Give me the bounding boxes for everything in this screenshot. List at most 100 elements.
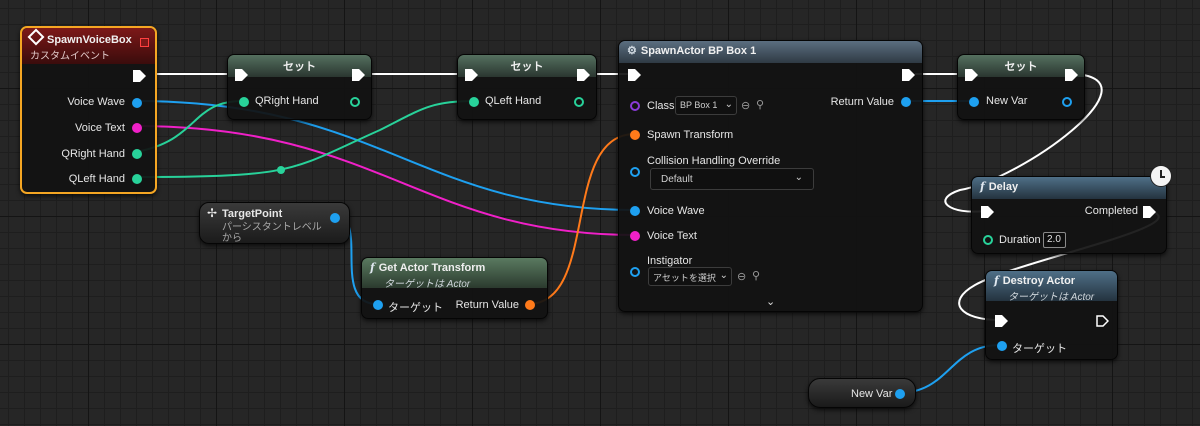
- spawn-actor-header: ⚙ SpawnActor BP Box 1: [619, 41, 922, 63]
- delay-title: Delay: [988, 181, 1019, 193]
- instigator-asset-picker[interactable]: アセットを選択 ⌄: [648, 267, 732, 286]
- pin-label-return-value: Return Value: [455, 299, 519, 311]
- pin-duration[interactable]: [983, 235, 993, 245]
- exec-out-pin[interactable]: [577, 69, 590, 81]
- exec-out-pin[interactable]: [352, 69, 365, 81]
- pin-label-target: ターゲット: [1012, 343, 1067, 355]
- delay-node[interactable]: f Delay Completed Duration 2.0: [971, 176, 1167, 254]
- pin-new-var-in[interactable]: [969, 97, 979, 107]
- pin-voice-wave-in[interactable]: [630, 206, 640, 216]
- event-node-title: SpawnVoiceBox: [47, 34, 132, 46]
- pin-class[interactable]: [630, 101, 640, 111]
- event-node-subtitle: カスタムイベント: [30, 51, 110, 62]
- pin-label-target: ターゲット: [388, 302, 443, 314]
- exec-completed-pin[interactable]: [1143, 206, 1156, 218]
- set-node-header: セット: [228, 55, 371, 77]
- use-selected-icon[interactable]: ⊖: [737, 270, 746, 283]
- pin-return-value[interactable]: [901, 97, 911, 107]
- pin-target-in[interactable]: [997, 341, 1007, 351]
- pin-label-qleft-hand: QLeft Hand: [68, 173, 125, 185]
- pin-label-class: Class: [647, 100, 675, 112]
- latent-clock-icon: [1150, 165, 1172, 187]
- exec-out-pin[interactable]: [1065, 69, 1078, 81]
- browse-search-icon[interactable]: ⚲: [756, 98, 764, 111]
- pin-label-collision: Collision Handling Override: [647, 155, 781, 167]
- set-node-header: セット: [458, 55, 596, 77]
- pin-voice-text-in[interactable]: [630, 231, 640, 241]
- exec-in-pin[interactable]: [995, 315, 1008, 327]
- spawn-actor-node[interactable]: ⚙ SpawnActor BP Box 1 Class BP Box 1 ⌄ ⊖ ⚲…: [618, 40, 923, 312]
- actor-ref-icon: ✢: [207, 206, 218, 220]
- pin-label: QLeft Hand: [485, 95, 542, 107]
- expand-advanced-chevron-icon[interactable]: ⌄: [766, 295, 775, 308]
- event-node-header: SpawnVoiceBox カスタムイベント: [22, 28, 155, 64]
- function-icon: f: [370, 261, 375, 274]
- exec-in-pin[interactable]: [965, 69, 978, 81]
- set-node-qleft-hand[interactable]: セット QLeft Hand: [457, 54, 597, 120]
- use-selected-icon[interactable]: ⊖: [741, 99, 750, 112]
- pin-label-completed: Completed: [1084, 205, 1138, 217]
- target-point-node[interactable]: ✢ TargetPoint パーシスタントレベル から: [199, 202, 350, 244]
- pin-qleft-hand-in[interactable]: [469, 97, 479, 107]
- pin-label-voice-wave: Voice Wave: [647, 205, 705, 217]
- event-node-spawnvoicebox[interactable]: SpawnVoiceBox カスタムイベント Voice Wave Voice …: [20, 26, 157, 194]
- chevron-down-icon: ⌄: [719, 270, 728, 281]
- function-icon: f: [980, 180, 985, 193]
- collision-dropdown[interactable]: Default ⌄: [650, 168, 814, 190]
- reroute-knot: [277, 166, 285, 174]
- pin-label-voice-text: Voice Text: [75, 122, 125, 134]
- target-point-title: TargetPoint: [222, 208, 283, 220]
- pin-label: New Var: [986, 95, 1028, 107]
- spawn-actor-icon: ⚙: [627, 45, 637, 57]
- pin-collision-override[interactable]: [630, 167, 640, 177]
- target-point-subtitle: パーシスタントレベル から: [222, 222, 322, 244]
- pin-label-qright-hand: QRight Hand: [61, 148, 125, 160]
- pin-target-point-out[interactable]: [330, 213, 340, 223]
- collision-dropdown-value: Default: [661, 174, 693, 185]
- exec-out-pin[interactable]: [902, 69, 915, 81]
- get-actor-transform-title: Get Actor Transform: [378, 262, 486, 274]
- destroy-actor-header: f Destroy Actor ターゲットは Actor: [986, 271, 1117, 303]
- function-icon: f: [994, 274, 999, 287]
- pin-qright-hand-in[interactable]: [239, 97, 249, 107]
- exec-in-pin[interactable]: [981, 206, 994, 218]
- pin-qright-hand[interactable]: [132, 149, 142, 159]
- browse-search-icon[interactable]: ⚲: [752, 269, 760, 282]
- destroy-actor-node[interactable]: f Destroy Actor ターゲットは Actor ターゲット: [985, 270, 1118, 360]
- pin-label-voice-text: Voice Text: [647, 230, 697, 242]
- pin-return-value-out[interactable]: [525, 300, 535, 310]
- pin-voice-text[interactable]: [132, 123, 142, 133]
- exec-in-pin[interactable]: [235, 69, 248, 81]
- pin-new-var-out[interactable]: [895, 389, 905, 399]
- exec-in-pin[interactable]: [628, 69, 641, 81]
- pin-spawn-transform[interactable]: [630, 130, 640, 140]
- delegate-pin-icon[interactable]: [140, 38, 149, 47]
- pin-label-spawn-transform: Spawn Transform: [647, 129, 734, 141]
- get-actor-transform-header: f Get Actor Transform ターゲットは Actor: [362, 258, 547, 290]
- pin-instigator[interactable]: [630, 267, 640, 277]
- pin-target-in[interactable]: [373, 300, 383, 310]
- pin-voice-wave[interactable]: [132, 98, 142, 108]
- destroy-actor-title: Destroy Actor: [1002, 275, 1076, 287]
- delay-header: f Delay: [972, 177, 1166, 199]
- set-node-qright-hand[interactable]: セット QRight Hand: [227, 54, 372, 120]
- get-actor-transform-node[interactable]: f Get Actor Transform ターゲットは Actor ターゲット …: [361, 257, 548, 319]
- instigator-picker-value: アセットを選択: [653, 273, 716, 283]
- pin-qleft-hand-out[interactable]: [574, 97, 584, 107]
- chevron-down-icon: ⌄: [794, 172, 803, 183]
- pin-new-var-out[interactable]: [1062, 97, 1072, 107]
- pin-label: QRight Hand: [255, 95, 319, 107]
- pin-qleft-hand[interactable]: [132, 174, 142, 184]
- class-dropdown[interactable]: BP Box 1 ⌄: [675, 96, 737, 115]
- get-actor-transform-subtitle: ターゲットは Actor: [384, 279, 471, 290]
- exec-out-pin[interactable]: [133, 70, 146, 82]
- new-var-label: New Var: [851, 388, 893, 400]
- new-var-getter-node[interactable]: New Var: [808, 378, 916, 408]
- chevron-down-icon: ⌄: [724, 99, 733, 110]
- pin-label-duration: Duration: [999, 234, 1041, 246]
- duration-input[interactable]: 2.0: [1043, 232, 1066, 248]
- set-node-new-var[interactable]: セット New Var: [957, 54, 1085, 120]
- exec-out-pin[interactable]: [1096, 315, 1109, 327]
- pin-qright-hand-out[interactable]: [350, 97, 360, 107]
- exec-in-pin[interactable]: [465, 69, 478, 81]
